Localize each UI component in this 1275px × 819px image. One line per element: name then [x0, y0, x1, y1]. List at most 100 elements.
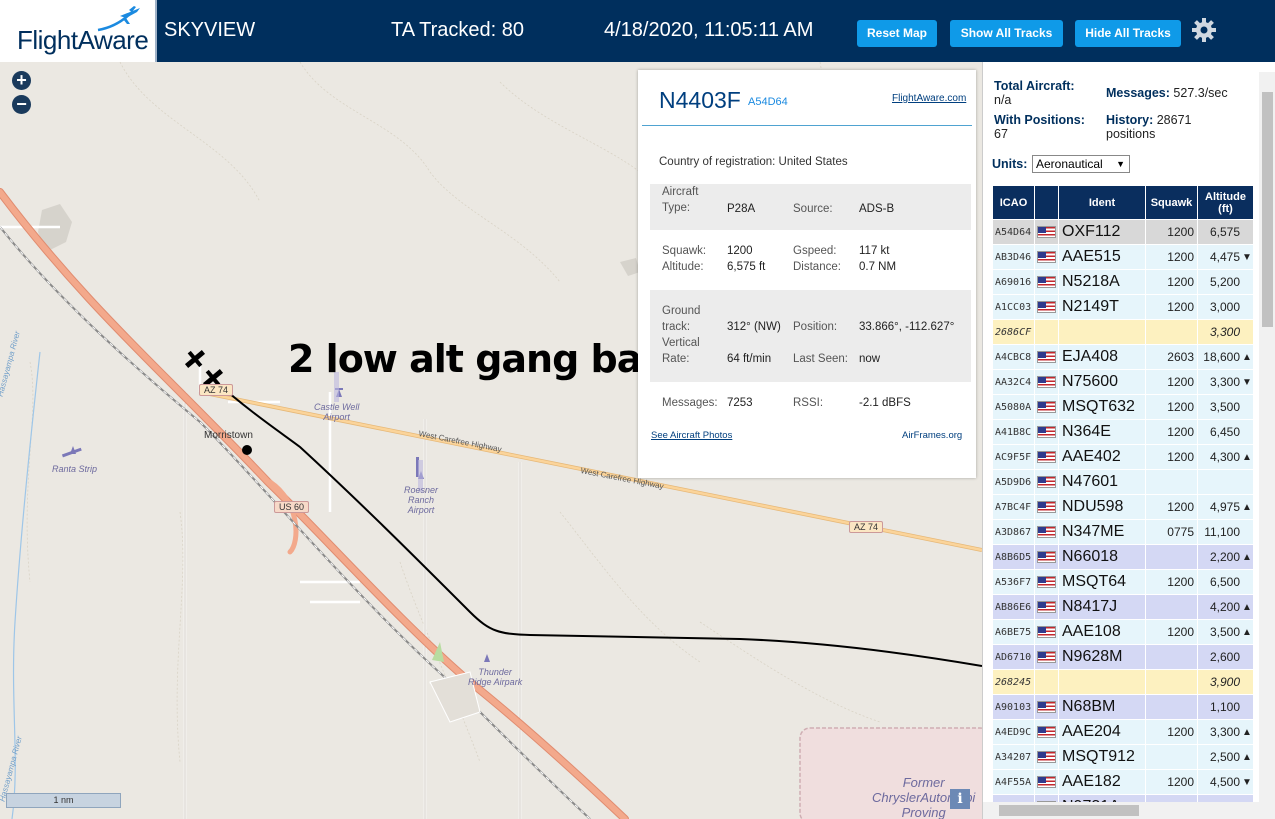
cell-altitude: 6,450 [1198, 420, 1254, 444]
cell-flag [1035, 445, 1059, 469]
us-flag-icon [1037, 401, 1056, 413]
popup-callsign: N4403F [659, 87, 741, 113]
us-flag-icon [1037, 276, 1056, 288]
table-row[interactable]: A5080A MSQT632 1200 3,500 [993, 395, 1254, 420]
value-altitude: 6,575 ft [727, 261, 766, 273]
cell-squawk [1146, 320, 1198, 344]
cell-ident: MSQT64 [1059, 570, 1146, 594]
table-row[interactable]: A536F7 MSQT64 1200 6,500 [993, 570, 1254, 595]
gear-icon[interactable] [1191, 17, 1217, 43]
altitude-value: 1,100 [1209, 700, 1240, 714]
cell-squawk: 1200 [1146, 570, 1198, 594]
cell-squawk: 2603 [1146, 345, 1198, 369]
table-row[interactable]: AC9F5F AAE402 1200 4,300 ▲ [993, 445, 1254, 470]
altitude-trend-icon: ▲ [1242, 501, 1252, 513]
aircraft-detail-popup: N4403F A54D64 FlightAware.com Country of… [638, 70, 976, 478]
table-row[interactable]: A41B8C N364E 1200 6,450 [993, 420, 1254, 445]
table-row[interactable]: A34207 MSQT912 2,500 ▲ [993, 745, 1254, 770]
cell-flag [1035, 645, 1059, 669]
table-row[interactable]: A1CC03 N2149T 1200 3,000 [993, 295, 1254, 320]
altitude-value: 6,575 [1209, 225, 1240, 239]
cell-flag [1035, 345, 1059, 369]
table-row[interactable]: A54D64 OXF112 1200 6,575 [993, 220, 1254, 245]
cell-icao: A41B8C [993, 420, 1035, 444]
table-row[interactable]: A5D9D6 N47601 [993, 470, 1254, 495]
column-icao[interactable]: ICAO [993, 186, 1035, 219]
table-row[interactable]: A4ED9C AAE204 1200 3,300 ▲ [993, 720, 1254, 745]
cell-icao: 2686CF [993, 320, 1035, 344]
label-distance: Distance: [793, 261, 841, 273]
airframes-link[interactable]: AirFrames.org [902, 430, 962, 441]
cell-squawk: 1200 [1146, 620, 1198, 644]
history-stat: History: 28671 positions [1106, 113, 1192, 141]
hide-all-tracks-button[interactable]: Hide All Tracks [1075, 20, 1181, 47]
flightaware-link[interactable]: FlightAware.com [892, 93, 966, 104]
cell-flag [1035, 595, 1059, 619]
us-flag-icon [1037, 651, 1056, 663]
table-row[interactable]: 2686CF 3,300 [993, 320, 1254, 345]
us-flag-icon [1037, 226, 1056, 238]
cell-icao: AB86E6 [993, 595, 1035, 619]
table-row[interactable]: A6BE75 AAE108 1200 3,500 ▲ [993, 620, 1254, 645]
cell-flag [1035, 395, 1059, 419]
table-row[interactable]: 268245 3,900 [993, 670, 1254, 695]
us-flag-icon [1037, 451, 1056, 463]
cell-icao: AA32C4 [993, 370, 1035, 394]
cell-icao: A90103 [993, 695, 1035, 719]
cell-ident [1059, 320, 1146, 344]
value-aircraft-type: P28A [727, 203, 756, 215]
divider [642, 125, 972, 126]
cell-flag [1035, 370, 1059, 394]
units-dropdown[interactable]: Aeronautical ▼ [1032, 155, 1130, 173]
flightaware-logo[interactable]: FlightAware [0, 0, 157, 62]
info-icon[interactable]: i [950, 789, 970, 809]
popup-hex-code[interactable]: A54D64 [748, 96, 788, 108]
label-vertical-rate: Vertical Rate: [662, 337, 700, 365]
cell-altitude: 4,200 ▲ [1198, 595, 1254, 619]
column-flag[interactable] [1035, 186, 1059, 219]
us-flag-icon [1037, 726, 1056, 738]
road-shield-us60: US 60 [274, 501, 310, 513]
cell-squawk: 1200 [1146, 270, 1198, 294]
table-row[interactable]: AD6710 N9628M 2,600 [993, 645, 1254, 670]
column-squawk[interactable]: Squawk [1146, 186, 1198, 219]
table-row[interactable]: A8B6D5 N66018 2,200 ▲ [993, 545, 1254, 570]
cell-squawk: 1200 [1146, 420, 1198, 444]
table-row[interactable]: A4F55A AAE182 1200 4,500 ▼ [993, 770, 1254, 795]
table-row[interactable]: A7BC4F NDU598 1200 4,975 ▲ [993, 495, 1254, 520]
cell-flag [1035, 545, 1059, 569]
zoom-out-button[interactable]: − [12, 95, 31, 114]
cell-squawk: 1200 [1146, 245, 1198, 269]
zoom-in-button[interactable]: + [12, 71, 31, 90]
scrollbar-thumb-horizontal[interactable] [999, 805, 1139, 816]
cell-icao: A7BC4F [993, 495, 1035, 519]
vertical-scrollbar[interactable] [1259, 72, 1275, 819]
cell-squawk [1146, 470, 1198, 494]
table-row[interactable]: AA32C4 N75600 1200 3,300 ▼ [993, 370, 1254, 395]
table-row[interactable]: A69016 N5218A 1200 5,200 [993, 270, 1254, 295]
airport-castle-well: Castle Well Airport [314, 402, 360, 422]
column-altitude[interactable]: Altitude (ft) [1198, 186, 1254, 219]
cell-squawk: 1200 [1146, 370, 1198, 394]
table-row[interactable]: AB3D46 AAE515 1200 4,475 ▼ [993, 245, 1254, 270]
table-row[interactable]: A90103 N68BM 1,100 [993, 695, 1254, 720]
us-flag-icon [1037, 376, 1056, 388]
value-rssi: -2.1 dBFS [859, 397, 911, 409]
altitude-trend-icon: ▼ [1242, 251, 1252, 263]
table-row[interactable]: AB86E6 N8417J 4,200 ▲ [993, 595, 1254, 620]
cell-altitude: 3,300 ▲ [1198, 720, 1254, 744]
show-all-tracks-button[interactable]: Show All Tracks [950, 20, 1063, 47]
reset-map-button[interactable]: Reset Map [857, 20, 937, 47]
altitude-trend-icon: ▲ [1242, 751, 1252, 763]
altitude-value: 3,500 [1209, 400, 1240, 414]
cell-flag [1035, 670, 1059, 694]
cell-altitude: 4,300 ▲ [1198, 445, 1254, 469]
horizontal-scrollbar[interactable] [983, 802, 1259, 819]
scrollbar-thumb[interactable] [1262, 92, 1273, 327]
altitude-value: 5,200 [1209, 275, 1240, 289]
column-ident[interactable]: Ident [1059, 186, 1146, 219]
label-gspeed: Gspeed: [793, 245, 837, 257]
table-row[interactable]: A4CBC8 EJA408 2603 18,600 ▲ [993, 345, 1254, 370]
table-row[interactable]: A3D867 N347ME 0775 11,100 [993, 520, 1254, 545]
see-aircraft-photos-link[interactable]: See Aircraft Photos [651, 430, 732, 441]
